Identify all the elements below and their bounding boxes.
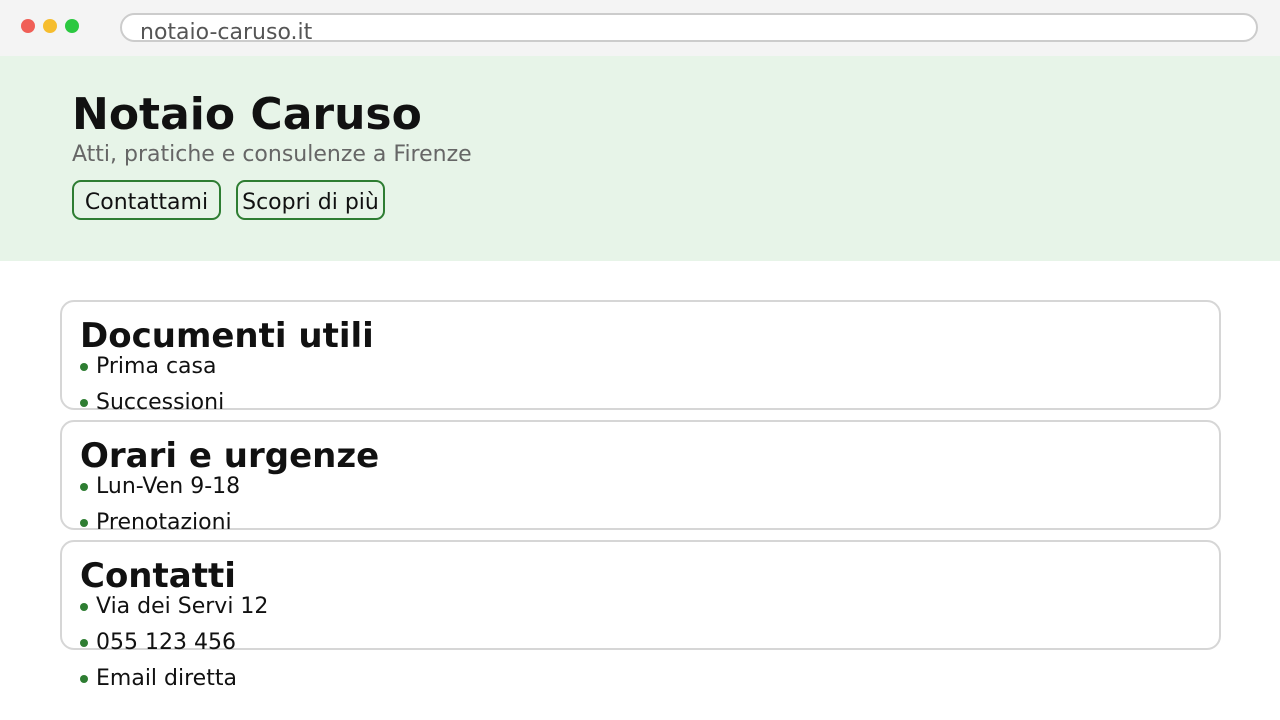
card-list: Via dei Servi 12 055 123 456 Email diret… [80, 594, 268, 702]
minimize-window-dot[interactable] [43, 19, 57, 33]
card-list: Lun-Ven 9-18 Prenotazioni [80, 474, 240, 546]
card-documenti-utili: Documenti utili Prima casa Successioni [60, 300, 1221, 415]
address-bar[interactable]: notaio-caruso.it [120, 13, 1258, 45]
close-window-dot[interactable] [21, 19, 35, 33]
card-list: Prima casa Successioni [80, 354, 224, 426]
list-item-label: Email diretta [96, 666, 237, 691]
contact-button[interactable]: Contattami [72, 180, 221, 220]
list-item-label: Prenotazioni [96, 510, 232, 535]
bullet-icon [80, 363, 88, 371]
bullet-icon [80, 519, 88, 527]
list-item-label: Successioni [96, 390, 225, 415]
list-item-label: Prima casa [96, 354, 217, 379]
list-item-label: 055 123 456 [96, 630, 236, 655]
contact-button-label: Contattami [84, 190, 209, 215]
page-subtitle: Atti, pratiche e consulenze a Firenze [72, 142, 472, 167]
list-item: Email diretta [80, 666, 268, 702]
list-item: Prima casa [80, 354, 224, 390]
hero-section: Notaio Caruso Atti, pratiche e consulenz… [0, 56, 1280, 261]
bullet-icon [80, 603, 88, 611]
url-text[interactable]: notaio-caruso.it [140, 19, 312, 47]
card-title: Documenti utili [80, 316, 374, 356]
browser-bar: notaio-caruso.it [0, 0, 1280, 56]
list-item: 055 123 456 [80, 630, 268, 666]
bullet-icon [80, 483, 88, 491]
bullet-icon [80, 639, 88, 647]
card-contatti: Contatti Via dei Servi 12 055 123 456 Em… [60, 540, 1221, 691]
card-title: Orari e urgenze [80, 436, 380, 476]
maximize-window-dot[interactable] [65, 19, 79, 33]
learn-more-button-label: Scopri di più [242, 190, 379, 215]
list-item: Lun-Ven 9-18 [80, 474, 240, 510]
page-title: Notaio Caruso [72, 89, 422, 140]
bullet-icon [80, 675, 88, 683]
list-item-label: Via dei Servi 12 [96, 594, 269, 619]
list-item: Via dei Servi 12 [80, 594, 268, 630]
bullet-icon [80, 399, 88, 407]
card-title: Contatti [80, 556, 236, 596]
card-orari-urgenze: Orari e urgenze Lun-Ven 9-18 Prenotazion… [60, 420, 1221, 535]
list-item-label: Lun-Ven 9-18 [96, 474, 241, 499]
learn-more-button[interactable]: Scopri di più [236, 180, 385, 220]
